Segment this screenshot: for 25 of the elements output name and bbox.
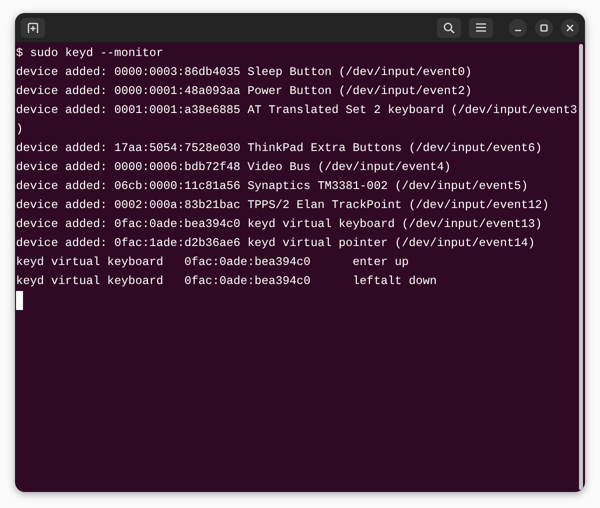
scrollbar[interactable]	[579, 44, 583, 490]
search-button[interactable]	[437, 18, 461, 38]
terminal-line: device added: 0001:0001:a38e6885 AT Translated Set 2 keyboard (/dev/input/event3	[16, 102, 578, 119]
terminal-line: device added: 0fac:0ade:bea394c0 keyd virtual keyboard (/dev/input/event13)	[16, 216, 544, 233]
close-icon	[566, 24, 574, 32]
terminal-line: device added: 0000:0003:86db4035 Sleep Button (/dev/input/event0)	[16, 64, 473, 81]
menu-button[interactable]	[469, 18, 493, 38]
minimize-button[interactable]	[509, 18, 527, 36]
terminal-line: device added: 0000:0006:bdb72f48 Video Bus (/dev/input/event4)	[16, 159, 452, 176]
new-tab-icon	[27, 22, 39, 34]
terminal-line: $ sudo keyd --monitor	[16, 45, 164, 62]
terminal-line: device added: 17aa:5054:7528e030 ThinkPad Extra Buttons (/dev/input/event6)	[16, 140, 544, 157]
close-button[interactable]	[561, 18, 579, 36]
maximize-icon	[540, 24, 548, 32]
new-tab-button[interactable]	[21, 18, 45, 38]
terminal-line: device added: 0fac:1ade:d2b36ae6 keyd virtual pointer (/dev/input/event14)	[16, 235, 536, 252]
maximize-button[interactable]	[535, 18, 553, 36]
terminal-line: )	[16, 121, 24, 138]
menu-icon	[476, 23, 486, 32]
terminal-line: device added: 0002:000a:83b21bac TPPS/2 Elan TrackPoint (/dev/input/event12)	[16, 197, 550, 214]
terminal-line: keyd virtual keyboard 0fac:0ade:bea394c0 leftalt down	[16, 273, 438, 290]
terminal-line: device added: 06cb:0000:11c81a56 Synaptics TM3381-002 (/dev/input/event5)	[16, 178, 529, 195]
search-icon	[443, 22, 455, 34]
terminal-line: keyd virtual keyboard 0fac:0ade:bea394c0 enter up	[16, 254, 410, 271]
terminal-line: device added: 0000:0001:48a093aa Power Button (/dev/input/event2)	[16, 83, 473, 100]
